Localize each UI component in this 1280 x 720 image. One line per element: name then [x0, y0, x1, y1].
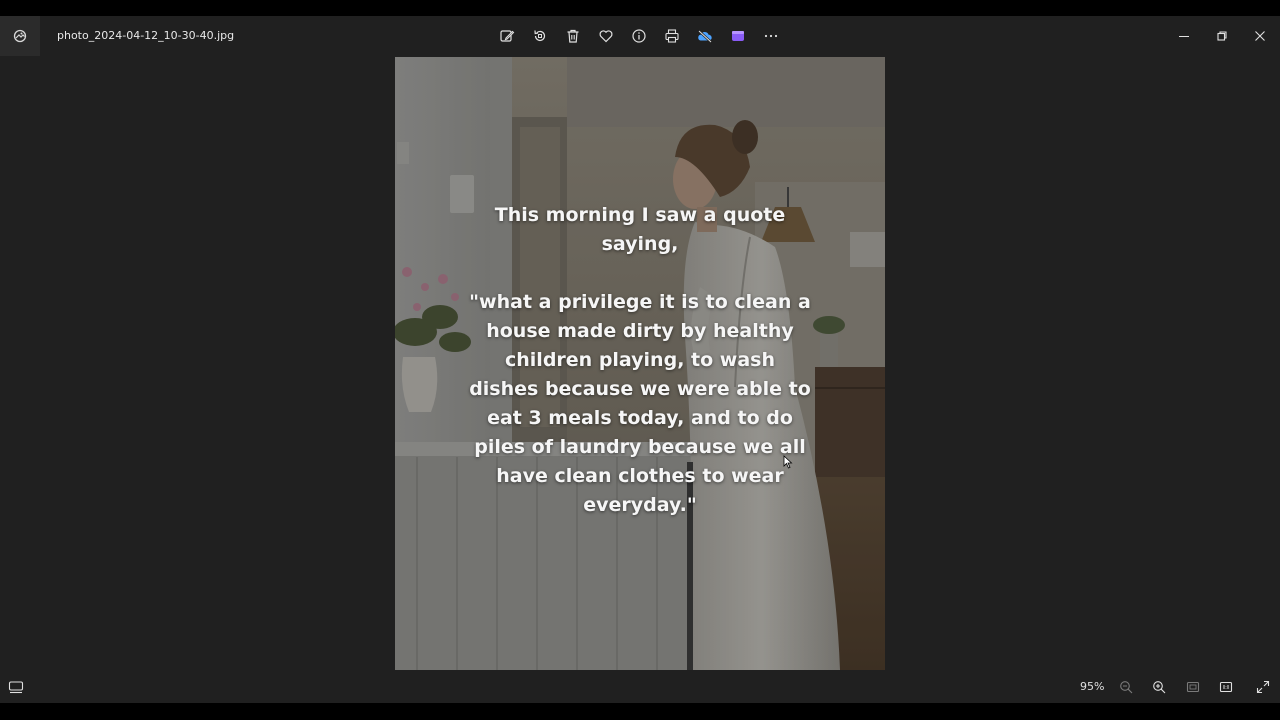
- fit-to-window-icon: [1186, 681, 1200, 693]
- restore-icon: [1217, 31, 1227, 41]
- bottom-black-band: [0, 703, 1280, 720]
- quote-line: saying,: [601, 233, 679, 255]
- info-button[interactable]: [622, 16, 655, 56]
- zoom-out-button[interactable]: [1115, 676, 1137, 698]
- quote-line: This morning I saw a quote: [494, 204, 786, 226]
- restore-button[interactable]: [1203, 16, 1241, 56]
- quote-line: dishes because we were able to: [469, 378, 811, 400]
- edit-image-button[interactable]: [490, 16, 523, 56]
- clipchamp-button[interactable]: [721, 16, 754, 56]
- quote-line: children playing, to wash: [505, 349, 775, 371]
- print-button[interactable]: [655, 16, 688, 56]
- minimize-icon: [1179, 36, 1189, 37]
- favorite-heart-icon: [599, 30, 612, 43]
- mouse-cursor-icon: [783, 455, 793, 469]
- quote-line: everyday.": [583, 494, 697, 516]
- info-icon: [631, 29, 646, 43]
- quote-line: "what a privilege it is to clean a: [469, 291, 811, 313]
- actual-size-icon: [1219, 681, 1233, 693]
- favorite-button[interactable]: [589, 16, 622, 56]
- top-black-band: [0, 0, 1280, 16]
- more-options-icon: [764, 34, 777, 38]
- close-button[interactable]: [1241, 16, 1279, 56]
- title-bar: photo_2024-04-12_10-30-40.jpg: [0, 16, 1280, 56]
- file-name: photo_2024-04-12_10-30-40.jpg: [57, 29, 235, 42]
- zoom-level[interactable]: 95%: [1080, 680, 1104, 693]
- photos-app-button[interactable]: [0, 16, 40, 56]
- quote-overlay: This morning I saw a quote saying, "what…: [395, 57, 885, 670]
- clipchamp-icon: [731, 31, 744, 41]
- zoom-out-icon: [1120, 681, 1133, 694]
- rotate-icon: [533, 30, 545, 42]
- full-screen-button[interactable]: [1252, 676, 1274, 698]
- more-options-button[interactable]: [754, 16, 787, 56]
- delete-button[interactable]: [556, 16, 589, 56]
- filmstrip-button[interactable]: [6, 678, 26, 696]
- close-icon: [1255, 31, 1265, 41]
- edit-image-icon: [499, 30, 514, 42]
- actual-size-button[interactable]: [1215, 676, 1237, 698]
- rotate-button[interactable]: [523, 16, 556, 56]
- quote-line: eat 3 meals today, and to do: [487, 407, 793, 429]
- zoom-in-icon: [1153, 681, 1166, 694]
- quote-line: piles of laundry because we all: [474, 436, 806, 458]
- zoom-in-button[interactable]: [1148, 676, 1170, 698]
- status-bar: 95%: [0, 670, 1280, 703]
- full-screen-icon: [1256, 680, 1270, 694]
- photos-app-icon: [13, 29, 27, 43]
- onedrive-cloud-icon: [697, 30, 712, 43]
- print-icon: [664, 29, 679, 43]
- fit-to-window-button[interactable]: [1182, 676, 1204, 698]
- photo-canvas[interactable]: This morning I saw a quote saying, "what…: [395, 57, 885, 670]
- onedrive-button[interactable]: [688, 16, 721, 56]
- quote-line: have clean clothes to wear: [496, 465, 784, 487]
- image-toolbar: [490, 16, 787, 56]
- quote-line: house made dirty by healthy: [486, 320, 794, 342]
- filmstrip-icon: [8, 681, 24, 694]
- minimize-button[interactable]: [1165, 16, 1203, 56]
- delete-icon: [567, 29, 578, 43]
